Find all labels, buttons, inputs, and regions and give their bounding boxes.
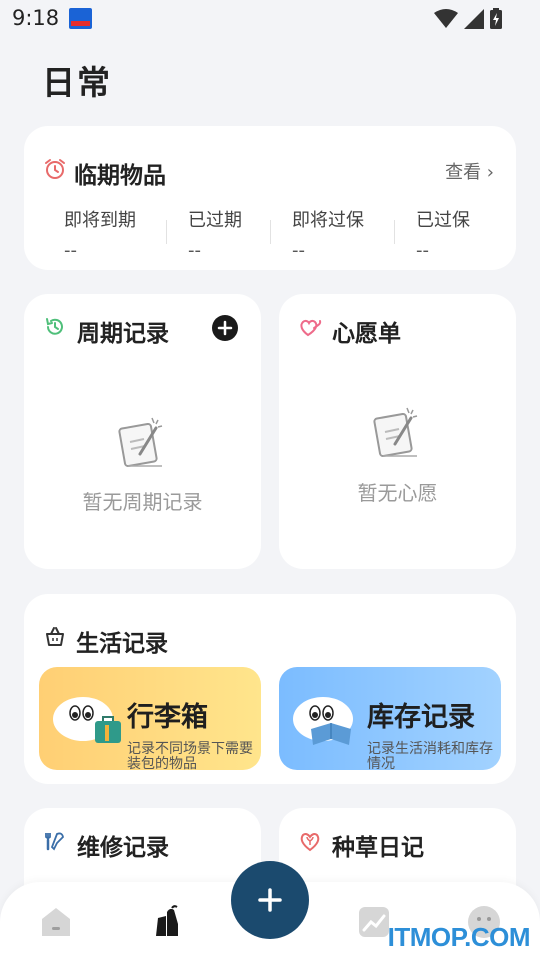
tile-title: 行李箱 — [127, 702, 208, 733]
expiring-title: 临期物品 — [74, 163, 166, 189]
divider — [166, 220, 167, 244]
status-icons — [434, 8, 502, 29]
stat-value: -- — [188, 240, 201, 261]
empty-note-illustration — [118, 417, 163, 468]
periodic-title: 周期记录 — [77, 321, 169, 347]
tile-title: 库存记录 — [367, 702, 475, 733]
add-circle-icon[interactable] — [212, 315, 238, 341]
stat-value: -- — [64, 240, 77, 261]
heart-sprout-icon — [300, 832, 320, 852]
tools-icon — [45, 832, 64, 851]
basket-icon — [46, 627, 64, 646]
repair-title: 维修记录 — [77, 835, 169, 861]
add-record-button[interactable] — [231, 861, 309, 939]
stats-icon[interactable] — [356, 904, 392, 940]
life-records-card: 生活记录 行李箱 记录不同场景下需要装包的物品 库存记录 记录生活消耗和库存情况 — [24, 594, 516, 784]
stat-label: 即将到期 — [64, 210, 136, 231]
stat-expiring-soon[interactable]: 即将到期 -- — [64, 206, 174, 261]
status-bar: 9:18 — [0, 0, 540, 38]
tile-description: 记录生活消耗和库存情况 — [367, 741, 493, 771]
divider — [270, 220, 271, 244]
stat-label: 已过期 — [188, 210, 242, 231]
luggage-tile[interactable]: 行李箱 记录不同场景下需要装包的物品 — [39, 667, 261, 770]
plus-icon — [258, 888, 282, 912]
stat-label: 即将过保 — [292, 210, 364, 231]
signal-icon — [464, 8, 484, 29]
stat-warranty-soon[interactable]: 即将过保 -- — [292, 206, 402, 261]
hearts-icon — [300, 319, 322, 337]
stat-value: -- — [416, 240, 429, 261]
wishlist-card[interactable]: 心愿单 暂无心愿 — [279, 294, 516, 569]
life-title: 生活记录 — [76, 631, 168, 657]
luggage-mascot-icon — [53, 697, 121, 743]
notification-app-icon — [69, 8, 92, 29]
empty-note-illustration — [373, 407, 418, 458]
wishlist-title: 心愿单 — [332, 321, 401, 347]
clock-history-icon — [46, 318, 63, 335]
watermark: ITMOP.COM — [387, 922, 531, 952]
alarm-clock-icon — [45, 159, 65, 179]
wifi-icon — [434, 8, 458, 28]
home-icon[interactable] — [38, 904, 74, 940]
inventory-mascot-icon — [293, 697, 353, 745]
grass-title: 种草日记 — [332, 835, 424, 861]
view-link[interactable]: 查看 › — [445, 158, 494, 184]
daily-icon[interactable] — [150, 904, 186, 940]
periodic-records-card[interactable]: 周期记录 暂无周期记录 — [24, 294, 261, 569]
battery-charging-icon — [490, 8, 502, 29]
stat-expired[interactable]: 已过期 -- — [188, 206, 298, 261]
page-title: 日常 — [42, 63, 112, 102]
empty-state-text: 暂无周期记录 — [82, 490, 203, 514]
divider — [394, 220, 395, 244]
stat-value: -- — [292, 240, 305, 261]
expiring-items-card[interactable]: 临期物品 查看 › 即将到期 -- 已过期 -- 即将过保 -- 已过保 -- — [24, 126, 516, 270]
status-time: 9:18 — [12, 6, 60, 30]
empty-state-text: 暂无心愿 — [357, 481, 438, 505]
inventory-tile[interactable]: 库存记录 记录生活消耗和库存情况 — [279, 667, 501, 770]
stat-warranty-expired[interactable]: 已过保 -- — [416, 206, 526, 261]
stat-label: 已过保 — [416, 210, 470, 231]
tile-description: 记录不同场景下需要装包的物品 — [127, 741, 253, 771]
